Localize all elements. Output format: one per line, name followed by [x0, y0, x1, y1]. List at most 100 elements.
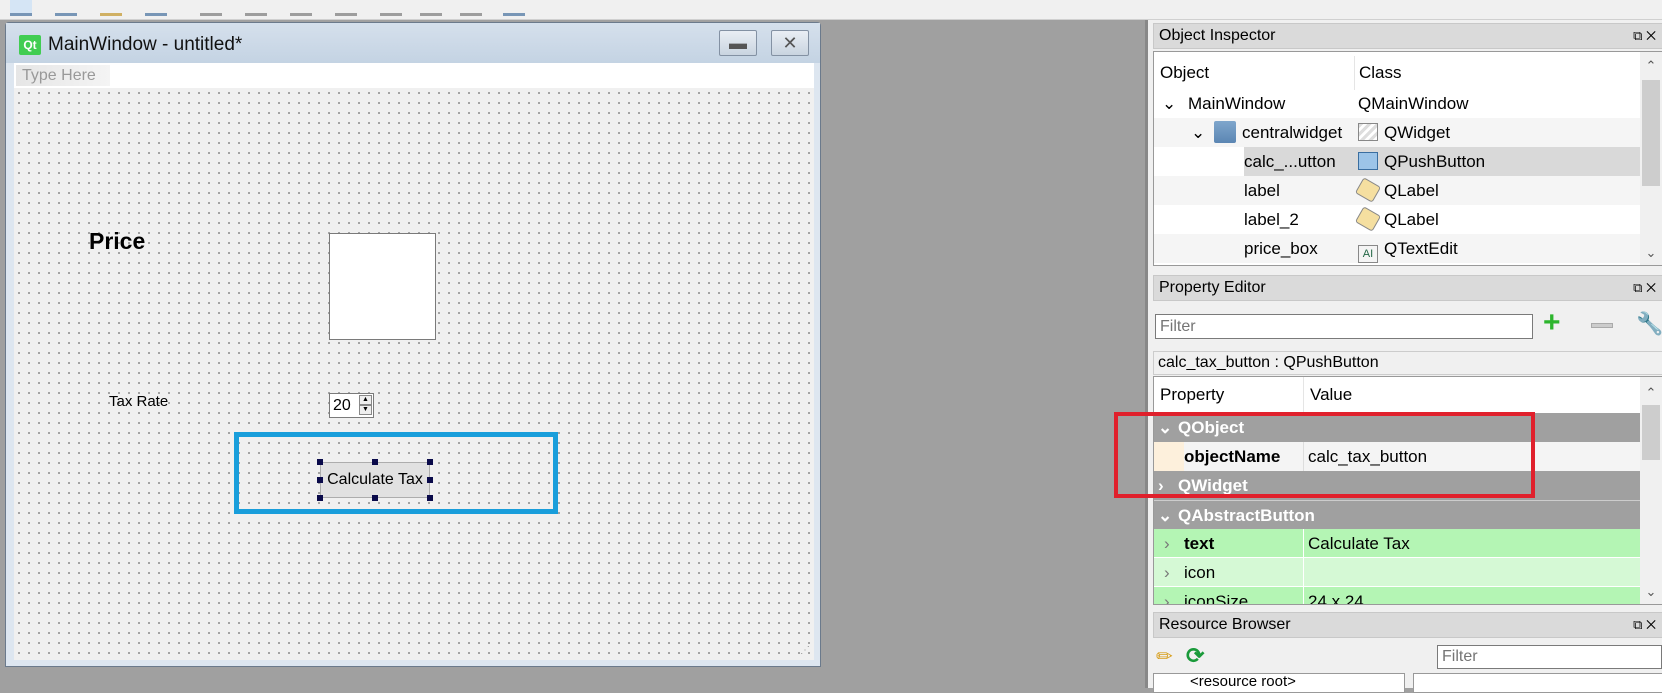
property-filter-input[interactable]	[1155, 314, 1533, 339]
tax-rate-label[interactable]: Tax Rate	[109, 393, 168, 410]
layout-grid-icon[interactable]	[380, 0, 402, 16]
resize-handle[interactable]	[317, 477, 323, 483]
object-tree[interactable]: Object Class ⌄ MainWindow QMainWindow ⌄ …	[1153, 51, 1662, 266]
scroll-down-icon[interactable]: ⌄	[1640, 584, 1662, 600]
resource-browser-header: Resource Browser ⧉ ✕	[1153, 612, 1662, 638]
close-icon[interactable]: ✕	[1646, 617, 1656, 632]
resource-list[interactable]	[1413, 673, 1662, 693]
layout-form-icon[interactable]	[420, 0, 442, 16]
resize-handle[interactable]	[372, 495, 378, 501]
edit-buddies-icon[interactable]	[100, 0, 122, 16]
reload-icon[interactable]: ⟳	[1186, 643, 1204, 669]
resize-handle[interactable]	[317, 495, 323, 501]
tree-header: Object Class	[1154, 56, 1641, 90]
tree-row[interactable]: label QLabel	[1154, 176, 1641, 205]
highlight-box-red	[1114, 412, 1535, 498]
adjust-size-icon[interactable]	[503, 0, 525, 16]
form-canvas[interactable]: Price Tax Rate 20 ▲ ▼ Calculate Tax ⋰	[14, 88, 814, 660]
property-row[interactable]: › icon	[1154, 558, 1641, 587]
property-editor-header: Property Editor ⧉ ✕	[1153, 275, 1662, 301]
add-property-icon[interactable]: +	[1543, 308, 1561, 338]
expand-icon: ›	[1164, 563, 1170, 582]
text-edit-icon: AI	[1358, 245, 1378, 263]
remove-property-icon[interactable]	[1591, 323, 1613, 328]
resize-handle[interactable]	[317, 459, 323, 465]
menu-bar: Type Here	[14, 63, 814, 88]
close-icon[interactable]: ✕	[1646, 28, 1656, 43]
scroll-up-icon[interactable]: ⌃	[1640, 58, 1662, 74]
scroll-up-icon[interactable]: ⌃	[1640, 385, 1662, 401]
label-icon	[1354, 177, 1382, 203]
minimize-icon: ▬	[729, 33, 747, 53]
layout-vertical-icon[interactable]	[245, 0, 267, 16]
property-row[interactable]: › iconSize 24 x 24	[1154, 587, 1641, 605]
expand-icon[interactable]: ⌄	[1191, 118, 1205, 147]
resize-handle[interactable]	[427, 477, 433, 483]
right-dock-area: Object Inspector ⧉ ✕ Object Class ⌄ Main…	[1145, 20, 1662, 693]
resource-browser-title: Resource Browser	[1159, 616, 1291, 633]
scroll-thumb[interactable]	[1642, 405, 1660, 460]
property-row[interactable]: › text Calculate Tax	[1154, 529, 1641, 558]
menu-type-here[interactable]: Type Here	[16, 65, 110, 86]
size-grip-icon[interactable]: ⋰	[800, 645, 810, 656]
edit-tab-order-icon[interactable]	[145, 0, 167, 16]
object-inspector-title: Object Inspector	[1159, 27, 1276, 44]
edit-signals-icon[interactable]	[55, 0, 77, 16]
expand-icon: ⌄	[1158, 506, 1173, 525]
minimize-button[interactable]: ▬	[719, 30, 757, 56]
layout-splitter-h-icon[interactable]	[290, 0, 312, 16]
property-scrollbar[interactable]: ⌃ ⌄	[1640, 377, 1662, 604]
widget-icon	[1358, 123, 1378, 141]
selected-object-label: calc_tax_button : QPushButton	[1153, 351, 1662, 375]
label-icon	[1354, 206, 1382, 232]
property-group-qabstractbutton[interactable]: ⌄ QAbstractButton	[1154, 500, 1641, 529]
property-editor-title: Property Editor	[1159, 279, 1266, 296]
expand-icon: ›	[1164, 592, 1170, 605]
close-button[interactable]: ✕	[771, 30, 809, 56]
tree-row[interactable]: ⌄ centralwidget QWidget	[1154, 118, 1641, 147]
layout-broken-icon	[1214, 121, 1236, 143]
spin-up-icon[interactable]: ▲	[359, 395, 372, 405]
price-label[interactable]: Price	[89, 228, 145, 255]
calculate-tax-button[interactable]: Calculate Tax	[320, 462, 430, 498]
edit-widgets-icon[interactable]	[10, 0, 32, 16]
price-box[interactable]	[329, 233, 436, 340]
close-icon[interactable]: ✕	[1646, 280, 1656, 295]
configure-wrench-icon[interactable]: 🔧	[1636, 311, 1662, 337]
resize-handle[interactable]	[427, 459, 433, 465]
edit-resources-pencil-icon[interactable]: ✏	[1156, 644, 1173, 669]
tree-row[interactable]: ⌄ MainWindow QMainWindow	[1154, 89, 1641, 118]
property-header: Property Value	[1154, 377, 1641, 413]
float-icon[interactable]: ⧉	[1633, 28, 1642, 43]
tree-row[interactable]: label_2 QLabel	[1154, 205, 1641, 234]
tax-rate-spinbox[interactable]: 20 ▲ ▼	[329, 393, 374, 418]
layout-splitter-v-icon[interactable]	[335, 0, 357, 16]
qt-logo-icon: Qt	[19, 35, 41, 55]
layout-horizontal-icon[interactable]	[200, 0, 222, 16]
window-title: MainWindow - untitled*	[48, 34, 243, 55]
tax-rate-value: 20	[333, 397, 351, 414]
expand-icon: ›	[1164, 534, 1170, 553]
resource-filter-input[interactable]	[1437, 645, 1662, 669]
column-class[interactable]: Class	[1354, 56, 1402, 90]
break-layout-icon[interactable]	[460, 0, 482, 16]
toolbar	[0, 0, 1662, 20]
form-window: Qt MainWindow - untitled* ▬ ✕ Type Here …	[5, 22, 821, 667]
spin-down-icon[interactable]: ▼	[359, 405, 372, 415]
push-button-icon	[1358, 152, 1378, 170]
float-icon[interactable]: ⧉	[1633, 617, 1642, 632]
scroll-thumb[interactable]	[1642, 80, 1660, 186]
tree-row[interactable]: price_box AI QTextEdit	[1154, 234, 1641, 263]
object-tree-scrollbar[interactable]: ⌃ ⌄	[1640, 52, 1662, 265]
close-icon: ✕	[782, 33, 798, 53]
object-inspector-header: Object Inspector ⧉ ✕	[1153, 23, 1662, 49]
tree-row-selected[interactable]: calc_...utton QPushButton	[1244, 147, 1641, 176]
scroll-down-icon[interactable]: ⌄	[1640, 245, 1662, 261]
resize-handle[interactable]	[372, 459, 378, 465]
resource-tree[interactable]: <resource root>	[1153, 673, 1405, 693]
column-object[interactable]: Object	[1160, 56, 1209, 90]
form-titlebar: Qt MainWindow - untitled* ▬ ✕	[6, 23, 820, 63]
float-icon[interactable]: ⧉	[1633, 280, 1642, 295]
resize-handle[interactable]	[427, 495, 433, 501]
expand-icon[interactable]: ⌄	[1162, 89, 1176, 118]
